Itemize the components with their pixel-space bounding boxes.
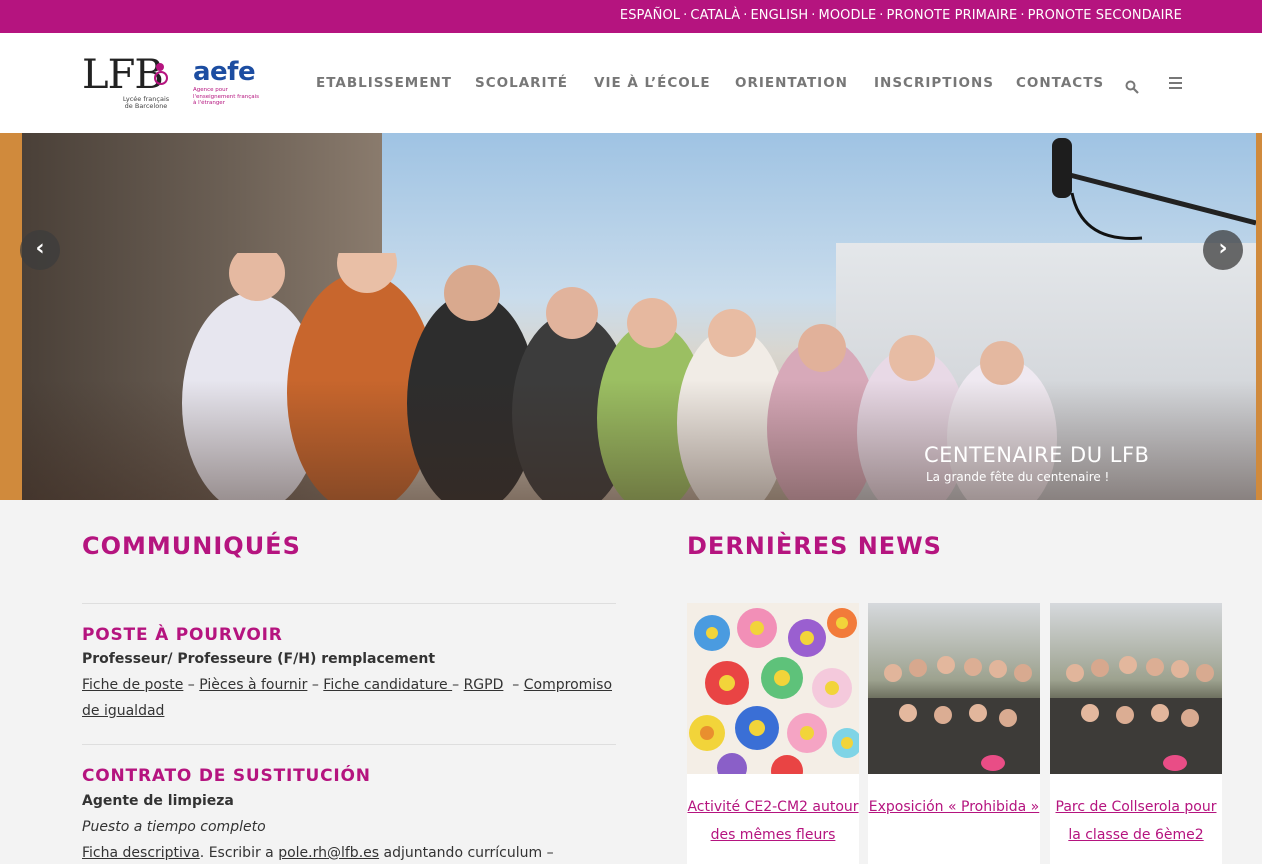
- logo-circle-icon: [154, 71, 168, 85]
- news-card[interactable]: Activité CE2-CM2 autour des mêmes fleurs: [687, 603, 859, 864]
- divider: [82, 744, 616, 745]
- link-espanol[interactable]: ESPAÑOL: [620, 8, 680, 23]
- news-image-group-1[interactable]: [868, 603, 1040, 774]
- separator: ·: [683, 8, 688, 23]
- link-rgpd[interactable]: RGPD: [464, 677, 504, 693]
- link-email-rh[interactable]: pole.rh@lfb.es: [278, 845, 379, 861]
- separator: ·: [811, 8, 816, 23]
- news-title[interactable]: Activité CE2-CM2 autour des mêmes fleurs: [687, 793, 859, 849]
- link-pieces-a-fournir[interactable]: Pièces à fournir: [199, 677, 307, 693]
- link-ficha-descriptiva[interactable]: Ficha descriptiva: [82, 845, 200, 861]
- contrato-subtitle: Agente de limpieza: [82, 793, 234, 809]
- link-fiche-candidature[interactable]: Fiche candidature: [323, 677, 452, 693]
- link-pronote-secondaire[interactable]: PRONOTE SECONDAIRE: [1028, 8, 1182, 23]
- contrato-text-escribir: . Escribir a: [199, 845, 279, 861]
- hero-slider[interactable]: ‹ › CENTENAIRE DU LFB La grande fête du …: [0, 133, 1262, 500]
- news-image-group-1-art: [868, 656, 1040, 774]
- poste-links: Fiche de poste – Pièces à fournir – Fich…: [82, 677, 613, 719]
- nav-item-vie-a-l-ecole[interactable]: VIE À L’ÉCOLE: [594, 75, 711, 91]
- contrato-detail: Puesto a tiempo completo: [82, 819, 266, 835]
- logo-dot-icon: [156, 63, 164, 71]
- language-links: ESPAÑOL · CATALÀ · ENGLISH · MOODLE · PRONOTE PR…: [620, 8, 1182, 23]
- hamburger-menu-icon[interactable]: [1169, 77, 1182, 89]
- lfb-logo[interactable]: LFB Lycée français de Barcelone: [82, 53, 177, 111]
- lfb-logo-subtitle: Lycée français de Barcelone: [116, 96, 176, 110]
- nav-item-inscriptions[interactable]: INSCRIPTIONS: [874, 75, 994, 91]
- news-image-flowers-art: [689, 608, 859, 774]
- search-icon[interactable]: [1125, 80, 1139, 94]
- poste-subtitle: Professeur/ Professeure (F/H) remplaceme…: [82, 651, 436, 667]
- news-title[interactable]: Exposición « Prohibida »: [868, 793, 1040, 821]
- contrato-contact-line: Ficha descriptiva. Escribir a pole.rh@lf…: [82, 840, 622, 864]
- communiques-heading: COMMUNIQUÉS: [82, 532, 301, 560]
- separator: ·: [743, 8, 748, 23]
- slider-next-arrow-icon[interactable]: ›: [1203, 230, 1243, 270]
- aefe-tag-line3: à l'étranger: [193, 100, 225, 106]
- nav-item-orientation[interactable]: ORIENTATION: [735, 75, 848, 91]
- contrato-title: CONTRATO DE SUSTITUCIÓN: [82, 766, 371, 786]
- link-english[interactable]: ENGLISH: [750, 8, 808, 23]
- divider: [82, 603, 616, 604]
- aefe-logo[interactable]: aefe Agence pour l'enseignement français…: [193, 58, 268, 113]
- poste-title: POSTE À POURVOIR: [82, 625, 283, 645]
- link-pronote-primaire[interactable]: PRONOTE PRIMAIRE: [887, 8, 1018, 23]
- aefe-logo-word: aefe: [193, 57, 256, 87]
- separator: ·: [1020, 8, 1025, 23]
- nav-item-contacts[interactable]: CONTACTS: [1016, 75, 1104, 91]
- contrato-text-after: adjuntando currículum –: [379, 845, 554, 861]
- news-card[interactable]: Parc de Collserola pour la classe de 6èm…: [1050, 603, 1222, 864]
- link-catala[interactable]: CATALÀ: [690, 8, 740, 23]
- news-image-group-2-art: [1050, 656, 1222, 774]
- lfb-logo-text: LFB: [82, 52, 164, 98]
- nav-item-etablissement[interactable]: ETABLISSEMENT: [316, 75, 452, 91]
- top-utility-bar: ESPAÑOL · CATALÀ · ENGLISH · MOODLE · PRONOTE PR…: [0, 0, 1262, 33]
- news-card[interactable]: Exposición « Prohibida »: [868, 603, 1040, 864]
- news-heading: DERNIÈRES NEWS: [687, 532, 942, 560]
- link-fiche-de-poste[interactable]: Fiche de poste: [82, 677, 183, 693]
- hero-caption-subtitle: La grande fête du centenaire !: [926, 470, 1110, 484]
- news-image-flowers[interactable]: [687, 603, 859, 774]
- news-title[interactable]: Parc de Collserola pour la classe de 6èm…: [1050, 793, 1222, 849]
- site-header: LFB Lycée français de Barcelone aefe Age…: [0, 33, 1262, 133]
- separator: ·: [879, 8, 884, 23]
- aefe-logo-tag: Agence pour l'enseignement français à l'…: [193, 87, 268, 107]
- hero-caption-title[interactable]: CENTENAIRE DU LFB: [924, 443, 1149, 467]
- link-moodle[interactable]: MOODLE: [819, 8, 877, 23]
- nav-item-scolarite[interactable]: SCOLARITÉ: [475, 75, 568, 91]
- news-image-group-2[interactable]: [1050, 603, 1222, 774]
- lfb-subtitle-line2: de Barcelone: [124, 102, 168, 110]
- slider-prev-arrow-icon[interactable]: ‹: [20, 230, 60, 270]
